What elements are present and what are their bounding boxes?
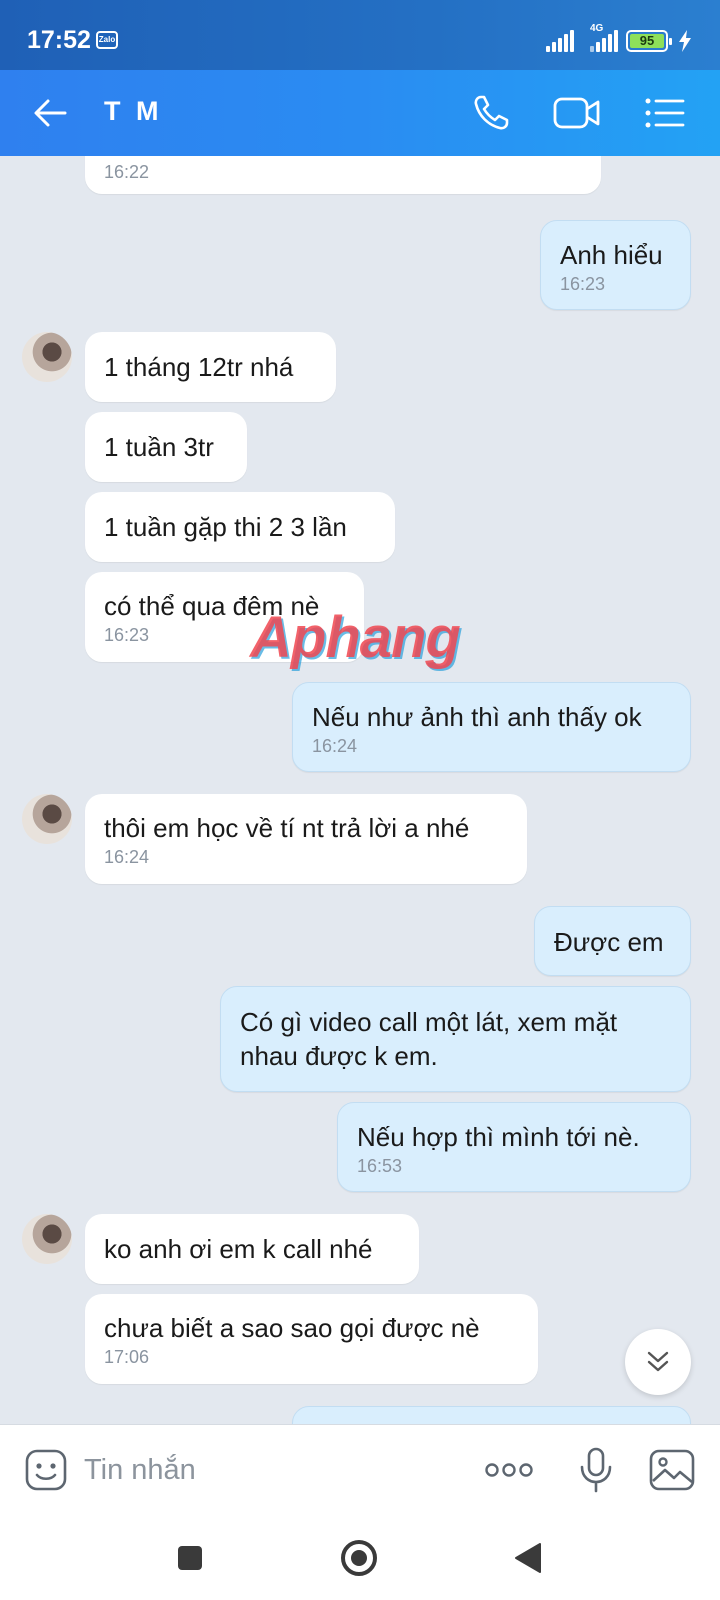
- message-time: 16:23: [560, 274, 606, 294]
- system-navigation-bar: [0, 1514, 720, 1600]
- message-time: 17:06: [104, 1347, 150, 1367]
- message-text: Được em: [554, 927, 664, 957]
- signal-icon: [546, 30, 576, 52]
- image-icon: [649, 1449, 695, 1491]
- status-time: 17:52: [27, 26, 91, 54]
- battery-icon: 95: [626, 30, 672, 52]
- message-outgoing[interactable]: [292, 1406, 691, 1424]
- list-menu-icon: [645, 98, 685, 128]
- scroll-to-bottom-button[interactable]: [625, 1329, 691, 1395]
- avatar[interactable]: [22, 1214, 72, 1264]
- message-text: Nếu như ảnh thì anh thấy ok: [312, 702, 642, 732]
- status-bar: 17:52 Zalo 4G 95: [0, 0, 720, 70]
- recents-button[interactable]: [168, 1536, 212, 1580]
- message-incoming[interactable]: ko anh ơi em k call nhé: [85, 1214, 419, 1284]
- battery-level: 95: [630, 34, 664, 48]
- home-button[interactable]: [337, 1536, 381, 1580]
- avatar[interactable]: [22, 332, 72, 382]
- message-text: 1 tháng 12tr nhá: [104, 352, 294, 382]
- message-time: 16:53: [357, 1156, 403, 1176]
- send-image-button[interactable]: [647, 1445, 697, 1495]
- composer-bar: [0, 1424, 720, 1514]
- voice-call-button[interactable]: [466, 88, 516, 138]
- message-outgoing[interactable]: Nếu như ảnh thì anh thấy ok 16:24: [292, 682, 691, 772]
- network-type: 4G: [590, 23, 604, 34]
- message-time: 16:22: [104, 162, 150, 182]
- more-dots-icon: [485, 1463, 533, 1477]
- message-time: 16:24: [104, 847, 150, 867]
- signal-4g-icon: 4G: [586, 23, 618, 52]
- message-text: Anh hiểu: [560, 240, 663, 270]
- square-recents-icon: [178, 1546, 202, 1570]
- chevron-double-down-icon: [647, 1351, 669, 1372]
- message-text: 1 tuần 3tr: [104, 432, 214, 462]
- chat-title[interactable]: T M: [104, 96, 163, 127]
- microphone-icon: [580, 1447, 612, 1493]
- message-outgoing[interactable]: Được em: [534, 906, 691, 976]
- video-camera-icon: [553, 97, 600, 129]
- message-text: ko anh ơi em k call nhé: [104, 1234, 373, 1264]
- message-incoming[interactable]: chưa biết a sao sao gọi được nè 17:06: [85, 1294, 538, 1384]
- message-list[interactable]: 16:22 Anh hiểu 16:23 1 tháng 12tr nhá 1 …: [0, 156, 720, 1424]
- message-outgoing[interactable]: Có gì video call một lát, xem mặt nhau đ…: [220, 986, 691, 1092]
- avatar[interactable]: [22, 794, 72, 844]
- message-text: thôi em học về tí nt trả lời a nhé: [104, 813, 470, 843]
- video-call-button[interactable]: [552, 88, 602, 138]
- voice-message-button[interactable]: [571, 1445, 621, 1495]
- more-button[interactable]: [484, 1445, 534, 1495]
- message-text: 1 tuần gặp thi 2 3 lần: [104, 512, 347, 542]
- message-text: Có gì video call một lát, xem mặt nhau đ…: [240, 1007, 618, 1071]
- message-outgoing[interactable]: Anh hiểu 16:23: [540, 220, 691, 310]
- sticker-button[interactable]: [21, 1445, 71, 1495]
- arrow-left-icon: [34, 99, 67, 127]
- smiley-sticker-icon: [25, 1449, 67, 1491]
- back-button[interactable]: [25, 88, 75, 138]
- circle-home-icon: [341, 1540, 377, 1576]
- charging-icon: [679, 30, 691, 52]
- message-incoming[interactable]: 1 tuần 3tr: [85, 412, 247, 482]
- back-nav-button[interactable]: [506, 1536, 550, 1580]
- chat-header: T M: [0, 70, 720, 156]
- message-incoming[interactable]: 1 tuần gặp thi 2 3 lần: [85, 492, 395, 562]
- message-time: 16:24: [312, 736, 358, 756]
- message-incoming[interactable]: 16:22: [85, 156, 601, 194]
- zalo-notification-icon: Zalo: [96, 31, 118, 49]
- triangle-back-icon: [515, 1543, 541, 1573]
- message-incoming[interactable]: 1 tháng 12tr nhá: [85, 332, 336, 402]
- message-text: chưa biết a sao sao gọi được nè: [104, 1313, 480, 1343]
- menu-button[interactable]: [640, 88, 690, 138]
- watermark-logo: Aphang: [250, 605, 461, 670]
- message-text: Nếu hợp thì mình tới nè.: [357, 1122, 640, 1152]
- message-outgoing[interactable]: Nếu hợp thì mình tới nè. 16:53: [337, 1102, 691, 1192]
- message-input[interactable]: [84, 1447, 464, 1493]
- message-incoming[interactable]: thôi em học về tí nt trả lời a nhé 16:24: [85, 794, 527, 884]
- phone-icon: [474, 95, 509, 130]
